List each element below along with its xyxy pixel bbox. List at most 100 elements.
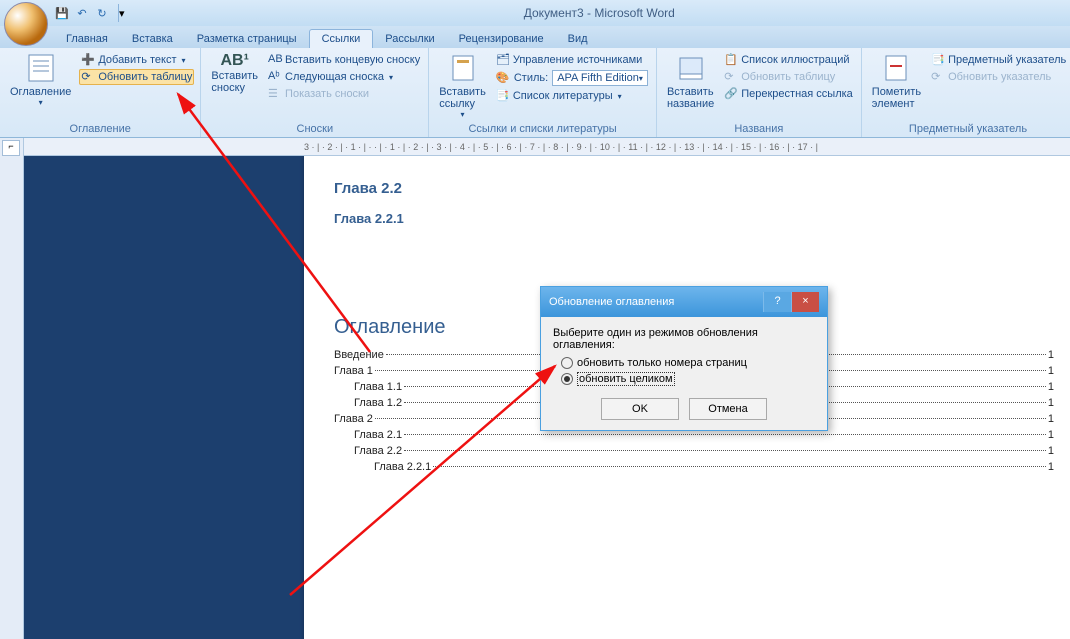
toc-entry-page: 1 bbox=[1048, 381, 1054, 393]
insert-index-button[interactable]: 📑Предметный указатель bbox=[929, 52, 1068, 68]
toc-line[interactable]: Глава 2.2.11 bbox=[334, 461, 1054, 473]
update-index-button: ⟳Обновить указатель bbox=[929, 69, 1068, 85]
tab-insert[interactable]: Вставка bbox=[120, 30, 185, 48]
insert-citation-label: Вставить ссылку bbox=[439, 86, 486, 110]
toc-entry-label: Введение bbox=[334, 349, 384, 361]
index-icon: 📑 bbox=[931, 53, 945, 67]
dialog-titlebar[interactable]: Обновление оглавления ? × bbox=[541, 287, 827, 317]
toc-entry-label: Глава 2.2 bbox=[354, 445, 402, 457]
update-table-icon: ⟳ bbox=[81, 70, 95, 84]
horizontal-ruler[interactable]: 3 · | · 2 · | · 1 · | · · | · 1 · | · 2 … bbox=[24, 138, 1070, 156]
toc-entry-page: 1 bbox=[1048, 349, 1054, 361]
workspace: ⌐ 3 · | · 2 · | · 1 · | · · | · 1 · | · … bbox=[0, 138, 1070, 639]
mark-entry-label: Пометить элемент bbox=[872, 86, 921, 110]
group-footnotes-label: Сноски bbox=[207, 122, 422, 137]
footnote-icon: AB¹ bbox=[221, 52, 249, 70]
update-table-label: Обновить таблицу bbox=[98, 71, 192, 83]
cross-reference-label: Перекрестная ссылка bbox=[741, 88, 853, 100]
insert-citation-button[interactable]: Вставить ссылку ▾ bbox=[435, 50, 490, 122]
tab-references[interactable]: Ссылки bbox=[309, 29, 374, 48]
next-footnote-icon: Aᵇ bbox=[268, 70, 282, 84]
add-text-label: Добавить текст bbox=[98, 54, 176, 66]
update-table-button[interactable]: ⟳Обновить таблицу bbox=[79, 69, 194, 85]
tab-mailings[interactable]: Рассылки bbox=[373, 30, 446, 48]
group-toc-label: Оглавление bbox=[6, 122, 194, 137]
bibliography-icon: 📑 bbox=[496, 89, 510, 103]
caption-icon bbox=[675, 52, 707, 84]
window-title: Документ3 - Microsoft Word bbox=[129, 6, 1070, 20]
citation-icon bbox=[447, 52, 479, 84]
ruler-corner-button[interactable]: ⌐ bbox=[2, 140, 20, 156]
toc-entry-page: 1 bbox=[1048, 461, 1054, 473]
update-toc-dialog: Обновление оглавления ? × Выберите один … bbox=[540, 286, 828, 431]
insert-caption-button[interactable]: Вставить название bbox=[663, 50, 718, 122]
insert-footnote-button[interactable]: AB¹ Вставить сноску bbox=[207, 50, 262, 122]
group-index-label: Предметный указатель bbox=[868, 122, 1068, 137]
tab-review[interactable]: Рецензирование bbox=[447, 30, 556, 48]
tab-view[interactable]: Вид bbox=[556, 30, 600, 48]
citation-style-row: 🎨 Стиль: APA Fifth Edition▾ bbox=[494, 69, 650, 87]
radio-opt1-label: обновить только номера страниц bbox=[577, 357, 747, 369]
next-footnote-button[interactable]: AᵇСледующая сноска bbox=[266, 69, 422, 85]
radio-page-numbers-only[interactable]: обновить только номера страниц bbox=[561, 357, 815, 369]
dialog-ok-button[interactable]: OK bbox=[601, 398, 679, 420]
manage-sources-icon: 🗂 bbox=[496, 53, 510, 67]
group-citations-label: Ссылки и списки литературы bbox=[435, 122, 650, 137]
cross-reference-button[interactable]: 🔗Перекрестная ссылка bbox=[722, 86, 855, 102]
next-footnote-label: Следующая сноска bbox=[285, 71, 384, 83]
radio-icon bbox=[561, 373, 573, 385]
toc-button-label: Оглавление bbox=[10, 86, 71, 98]
tab-home[interactable]: Главная bbox=[54, 30, 120, 48]
radio-opt2-label: обновить целиком bbox=[577, 372, 675, 386]
group-index: Пометить элемент 📑Предметный указатель ⟳… bbox=[862, 48, 1070, 137]
heading-chapter-2-2-1[interactable]: Глава 2.2.1 bbox=[334, 211, 1054, 226]
dialog-prompt: Выберите один из режимов обновления огла… bbox=[553, 327, 815, 351]
group-captions: Вставить название 📋Список иллюстраций ⟳О… bbox=[657, 48, 862, 137]
group-footnotes: AB¹ Вставить сноску ABВставить концевую … bbox=[201, 48, 429, 137]
insert-footnote-label: Вставить сноску bbox=[211, 70, 258, 94]
quick-access-toolbar: 💾 ↶ ↻ ▾ bbox=[54, 4, 129, 22]
toc-button[interactable]: Оглавление ▾ bbox=[6, 50, 75, 122]
add-text-icon: ➕ bbox=[81, 53, 95, 67]
show-notes-button: ☰Показать сноски bbox=[266, 86, 422, 102]
office-button[interactable] bbox=[4, 2, 48, 46]
toc-entry-page: 1 bbox=[1048, 429, 1054, 441]
citation-style-dropdown[interactable]: APA Fifth Edition▾ bbox=[552, 70, 648, 86]
mark-entry-button[interactable]: Пометить элемент bbox=[868, 50, 925, 122]
dialog-help-button[interactable]: ? bbox=[763, 292, 791, 312]
qat-dropdown-icon[interactable]: ▾ bbox=[118, 4, 125, 22]
update-figures-icon: ⟳ bbox=[724, 70, 738, 84]
radio-entire-table[interactable]: обновить целиком bbox=[561, 372, 815, 386]
ribbon-tabs: Главная Вставка Разметка страницы Ссылки… bbox=[0, 26, 1070, 48]
show-notes-label: Показать сноски bbox=[285, 88, 369, 100]
dialog-close-button[interactable]: × bbox=[791, 292, 819, 312]
toc-entry-label: Глава 1.2 bbox=[354, 397, 402, 409]
vertical-ruler: ⌐ bbox=[0, 138, 24, 639]
toc-entry-page: 1 bbox=[1048, 365, 1054, 377]
heading-chapter-2-2[interactable]: Глава 2.2 bbox=[334, 180, 1054, 197]
update-figures-button: ⟳Обновить таблицу bbox=[722, 69, 855, 85]
bibliography-button[interactable]: 📑Список литературы bbox=[494, 88, 650, 104]
insert-endnote-button[interactable]: ABВставить концевую сноску bbox=[266, 52, 422, 68]
toc-line[interactable]: Глава 2.21 bbox=[334, 445, 1054, 457]
undo-icon[interactable]: ↶ bbox=[74, 5, 90, 21]
figures-icon: 📋 bbox=[724, 53, 738, 67]
redo-icon[interactable]: ↻ bbox=[94, 5, 110, 21]
tab-page-layout[interactable]: Разметка страницы bbox=[185, 30, 309, 48]
show-notes-icon: ☰ bbox=[268, 87, 282, 101]
radio-icon bbox=[561, 357, 573, 369]
toc-entry-label: Глава 1.1 bbox=[354, 381, 402, 393]
ribbon: Оглавление ▾ ➕Добавить текст ⟳Обновить т… bbox=[0, 48, 1070, 138]
dialog-title-text: Обновление оглавления bbox=[549, 296, 674, 308]
group-citations: Вставить ссылку ▾ 🗂Управление источникам… bbox=[429, 48, 657, 137]
cross-ref-icon: 🔗 bbox=[724, 87, 738, 101]
table-of-figures-button[interactable]: 📋Список иллюстраций bbox=[722, 52, 855, 68]
add-text-button[interactable]: ➕Добавить текст bbox=[79, 52, 194, 68]
toc-entry-page: 1 bbox=[1048, 397, 1054, 409]
dialog-cancel-button[interactable]: Отмена bbox=[689, 398, 767, 420]
group-toc: Оглавление ▾ ➕Добавить текст ⟳Обновить т… bbox=[0, 48, 201, 137]
toc-entry-page: 1 bbox=[1048, 413, 1054, 425]
update-index-icon: ⟳ bbox=[931, 70, 945, 84]
manage-sources-button[interactable]: 🗂Управление источниками bbox=[494, 52, 650, 68]
save-icon[interactable]: 💾 bbox=[54, 5, 70, 21]
